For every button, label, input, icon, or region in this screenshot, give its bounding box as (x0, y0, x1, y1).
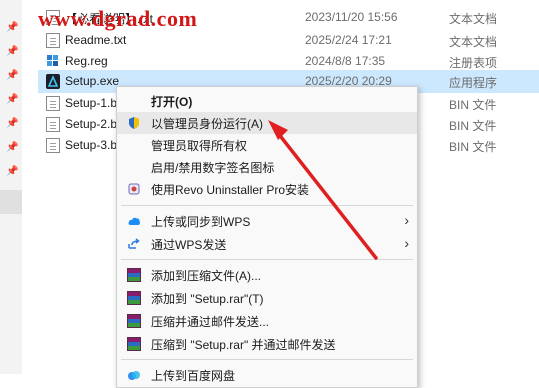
file-type: 注册表项 (449, 56, 498, 70)
wps-cloud-icon (127, 214, 141, 228)
submenu-arrow-icon: › (404, 212, 409, 228)
revo-uninstaller-icon (127, 182, 141, 196)
pin-icon: 📌 (6, 118, 19, 129)
registry-file-icon (46, 54, 60, 69)
menu-item-revo-install[interactable]: 使用Revo Uninstaller Pro安装 (117, 178, 417, 200)
file-name: Reg.reg (65, 54, 108, 68)
nav-selected-item[interactable] (0, 190, 22, 214)
navigation-pane[interactable]: 📌 📌 📌 📌 📌 📌 📌 (0, 0, 22, 374)
file-name: Readme.txt (65, 33, 127, 47)
winrar-icon (127, 268, 141, 282)
menu-item-label: 上传或同步到WPS (151, 215, 251, 229)
winrar-icon (127, 291, 141, 305)
pin-icon: 📌 (6, 46, 19, 57)
setup-exe-icon (46, 74, 60, 89)
pin-icon: 📌 (6, 70, 19, 81)
menu-item-label: 打开(O) (151, 95, 193, 109)
blank-file-icon (46, 138, 60, 153)
watermark: www.dgrad.com (38, 6, 198, 31)
menu-item-signature-icon[interactable]: 启用/禁用数字签名图标 (117, 156, 417, 178)
menu-item-add-to-archive[interactable]: 添加到压缩文件(A)... (117, 264, 417, 286)
file-type: 应用程序 (449, 76, 498, 90)
menu-item-open[interactable]: 打开(O) (117, 90, 417, 112)
menu-item-label: 使用Revo Uninstaller Pro安装 (151, 183, 310, 197)
menu-item-wps-send[interactable]: 通过WPS发送 › (117, 233, 417, 255)
menu-item-label: 通过WPS发送 (151, 238, 227, 252)
winrar-icon (127, 314, 141, 328)
menu-item-compress-setup-rar-email[interactable]: 压缩到 "Setup.rar" 并通过邮件发送 (117, 333, 417, 355)
menu-item-compress-email[interactable]: 压缩并通过邮件发送... (117, 310, 417, 332)
menu-separator (121, 359, 413, 360)
menu-item-wps-upload[interactable]: 上传或同步到WPS › (117, 210, 417, 232)
menu-item-label: 以管理员身份运行(A) (151, 117, 263, 131)
context-menu: 打开(O) 以管理员身份运行(A) 管理员取得所有权 启用/禁用数字签名图标 使… (116, 86, 418, 388)
blank-file-icon (46, 96, 60, 111)
menu-separator (121, 259, 413, 260)
pin-icon: 📌 (6, 94, 19, 105)
file-type: BIN 文件 (449, 140, 497, 154)
winrar-icon (127, 337, 141, 351)
menu-item-label: 压缩并通过邮件发送... (151, 315, 270, 329)
baidu-netdisk-icon (127, 368, 141, 382)
file-date: 2025/2/24 17:21 (305, 33, 392, 47)
file-type: 文本文档 (449, 12, 498, 26)
submenu-arrow-icon: › (404, 235, 409, 251)
menu-item-label: 上传到百度网盘 (151, 369, 236, 383)
pin-icon: 📌 (6, 22, 19, 33)
menu-item-label: 添加到压缩文件(A)... (151, 269, 261, 283)
menu-item-label: 添加到 "Setup.rar"(T) (151, 292, 264, 306)
menu-item-run-as-admin[interactable]: 以管理员身份运行(A) (117, 112, 417, 134)
uac-shield-icon (127, 116, 141, 130)
menu-item-label: 压缩到 "Setup.rar" 并通过邮件发送 (151, 338, 336, 352)
file-date: 2023/11/20 15:56 (305, 10, 398, 24)
file-type: BIN 文件 (449, 98, 497, 112)
blank-file-icon (46, 117, 60, 132)
pin-icon: 📌 (6, 166, 19, 177)
menu-item-add-to-setup-rar[interactable]: 添加到 "Setup.rar"(T) (117, 287, 417, 309)
menu-item-baidu-upload[interactable]: 上传到百度网盘 (117, 364, 417, 386)
text-file-icon (46, 33, 60, 48)
menu-item-take-ownership[interactable]: 管理员取得所有权 (117, 134, 417, 156)
menu-item-label: 启用/禁用数字签名图标 (151, 161, 275, 175)
pin-icon: 📌 (6, 142, 19, 153)
share-icon (127, 237, 141, 251)
menu-separator (121, 205, 413, 206)
file-date: 2024/8/8 17:35 (305, 54, 386, 68)
file-type: 文本文档 (449, 35, 498, 49)
file-type: BIN 文件 (449, 119, 497, 133)
file-row[interactable]: Readme.txt 2025/2/24 17:21 文本文档 (38, 29, 539, 52)
file-name: Setup.exe (65, 74, 120, 88)
menu-item-label: 管理员取得所有权 (151, 139, 248, 153)
